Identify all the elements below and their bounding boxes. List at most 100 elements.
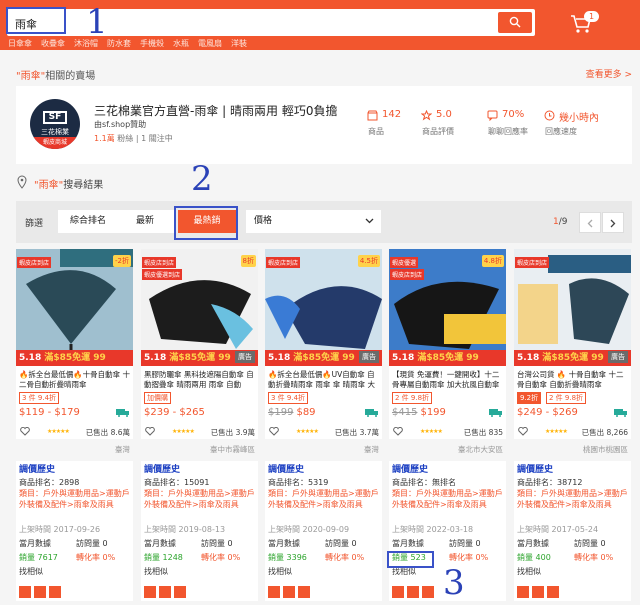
discount-badge: -2折 [113,255,131,267]
sort-latest-button[interactable]: 最新 [116,210,174,233]
prev-page-button[interactable] [579,212,601,233]
annotation-box-3 [387,551,434,568]
taobao-icon[interactable] [159,586,171,598]
search-button[interactable] [498,12,532,33]
product-image[interactable]: 蝦皮店到店 蝦皮優選到店 8折 5.18 滿$85免運 99 廣告 [141,249,258,366]
product-card[interactable]: 蝦皮店到店 5.18 滿$85免運 99 廣告 台灣公司貨 🔥 十骨自動傘 十二… [514,249,631,454]
mall-badge: 蝦皮優選 [390,257,419,268]
product-rank: 商品排名：2898 [19,478,80,487]
stat-response-rate-label: 聊聊回應率 [488,127,528,136]
product-rank: 商品排名：38712 [517,478,583,487]
product-category[interactable]: 類目：戶外與運動用品>運動戶外裝備及配件>雨傘及雨具 [19,489,131,510]
find-similar-label: 找相似 [19,567,43,576]
quick-link[interactable]: 洋裝 [231,39,247,48]
price-history-link[interactable]: 調價歷史 [144,465,180,476]
shop-logo-badge: 蝦皮商城 [30,137,80,149]
product-title[interactable]: 台灣公司貨 🔥 十骨自動傘 十二骨自動傘 自動折疊晴雨傘 [517,370,629,390]
product-category[interactable]: 類目：戶外與運動用品>運動戶外裝備及配件>雨傘及雨具 [268,489,380,510]
discount-badge: 4.8折 [481,255,504,267]
price-history-link[interactable]: 調價歷史 [392,465,428,476]
heart-icon[interactable] [393,427,403,436]
shopee-icon[interactable] [268,586,280,598]
1688-icon[interactable] [49,586,61,598]
shop-name[interactable]: 三花棉業官方直營-雨傘 | 晴雨兩用 輕巧0負擔 [94,102,337,119]
visit-count: 訪問量 0 [574,539,606,548]
1688-icon[interactable] [422,586,434,598]
sort-relevance-button[interactable]: 綜合排名 [58,210,118,233]
shop-card[interactable]: SF 三花棉業 蝦皮商城 三花棉業官方直營-雨傘 | 晴雨兩用 輕巧0負擔 由s… [16,86,632,164]
search-result-icon [17,175,27,189]
listing-date: 上架時間 2019-08-13 [144,525,226,534]
product-title[interactable]: 🔥拆全台最低價🔥十骨自動傘 十二骨自動折疊晴雨傘 [19,370,131,390]
visit-count: 訪問量 0 [76,539,108,548]
1688-icon[interactable] [547,586,559,598]
similar-platform-icons[interactable] [392,586,437,602]
quick-link[interactable]: 日傘傘 [8,39,32,48]
product-card[interactable]: 蝦皮優選 蝦皮店到店 4.8折 5.18 滿$85免運 99 【現貨 免運費！一… [389,249,506,454]
product-card[interactable]: 蝦皮店到店 4.5折 5.18 滿$85免運 99 廣告 🔥拆全台最低價🔥UV自… [265,249,382,454]
sales-count: 銷量 3396 [268,553,307,562]
price-history-link[interactable]: 調價歷史 [517,465,553,476]
heart-icon[interactable] [20,427,30,436]
price-history-link[interactable]: 調價歷史 [19,465,55,476]
visit-count: 訪問量 0 [201,539,233,548]
product-image[interactable]: 蝦皮優選 蝦皮店到店 4.8折 5.18 滿$85免運 99 [389,249,506,366]
product-location: 臺北市大安區 [458,445,503,454]
ad-badge: 廣告 [235,351,255,363]
product-title[interactable]: 【現貨 免運費！一鍵開收】十二骨專屬自動雨傘 加大抗風自動傘 [392,370,504,390]
shopee-icon[interactable] [19,586,31,598]
product-image[interactable]: 蝦皮店到店 -2折 5.18 滿$85免運 99 [16,249,133,366]
product-category[interactable]: 類目：戶外與運動用品>運動戶外裝備及配件>雨傘及雨具 [144,489,256,510]
similar-platform-icons[interactable] [19,586,64,602]
rating-stars: ★★★★★ [420,428,443,435]
sold-count: 已售出 3.7萬 [334,428,379,437]
product-location: 臺灣 [115,445,130,454]
price-sort-select[interactable]: 價格 [246,210,381,233]
quick-link[interactable]: 電風扇 [198,39,222,48]
price-history-link[interactable]: 調價歷史 [268,465,304,476]
ad-badge: 廣告 [359,351,379,363]
promo-banner: 5.18 滿$85免運 99 [389,350,506,366]
product-title[interactable]: 黑膠防曬傘 黑科技遮陽自動傘 自動摺疊傘 晴雨兩用 雨傘 自動 [144,370,256,390]
product-card[interactable]: 蝦皮店到店 -2折 5.18 滿$85免運 99 🔥拆全台最低價🔥十骨自動傘 十… [16,249,133,454]
product-image[interactable]: 蝦皮店到店 5.18 滿$85免運 99 廣告 [514,249,631,366]
shopee-icon[interactable] [517,586,529,598]
heart-icon[interactable] [145,427,155,436]
similar-platform-icons[interactable] [144,586,189,602]
product-title[interactable]: 🔥拆全台最低價🔥UV自動傘 自動折疊晴雨傘 雨傘 傘 晴雨傘 大雨 [268,370,380,390]
conversion-rate: 轉化率 0% [201,553,241,562]
product-card[interactable]: 蝦皮店到店 蝦皮優選到店 8折 5.18 滿$85免運 99 廣告 黑膠防曬傘 … [141,249,258,454]
1688-icon[interactable] [174,586,186,598]
quick-link[interactable]: 防水套 [107,39,131,48]
quick-link[interactable]: 手機殼 [140,39,164,48]
heart-icon[interactable] [518,427,528,436]
quick-link[interactable]: 水瓶 [173,39,189,48]
more-shops-link[interactable]: 查看更多 > [586,67,632,80]
bundle-tag: 2 件 9.8折 [546,392,587,404]
shop-logo[interactable]: SF 三花棉業 蝦皮商城 [30,99,80,149]
price-history-panel: 調價歷史 商品排名：38712 類目：戶外與運動用品>運動戶外裝備及配件>雨傘及… [514,461,631,601]
taobao-icon[interactable] [34,586,46,598]
product-category[interactable]: 類目：戶外與運動用品>運動戶外裝備及配件>雨傘及雨具 [517,489,629,510]
heart-icon[interactable] [269,427,279,436]
taobao-icon[interactable] [283,586,295,598]
quick-link[interactable]: 收疊傘 [41,39,65,48]
similar-platform-icons[interactable] [517,586,562,602]
find-similar-label: 找相似 [392,567,416,576]
taobao-icon[interactable] [532,586,544,598]
find-similar-label: 找相似 [517,567,541,576]
mall-badge-secondary: 蝦皮店到店 [390,269,425,280]
taobao-icon[interactable] [407,586,419,598]
sales-count: 銷量 1248 [144,553,183,562]
free-shipping-icon [489,409,502,417]
shopee-icon[interactable] [144,586,156,598]
shopee-icon[interactable] [392,586,404,598]
stat-rating-value: 5.0 [436,109,452,120]
similar-platform-icons[interactable] [268,586,313,602]
product-image[interactable]: 蝦皮店到店 4.5折 5.18 滿$85免運 99 廣告 [265,249,382,366]
1688-icon[interactable] [298,586,310,598]
conversion-rate: 轉化率 0% [325,553,365,562]
stat-response-rate-value: 70% [502,109,525,120]
next-page-button[interactable] [602,212,624,233]
product-category[interactable]: 類目：戶外與運動用品>運動戶外裝備及配件>雨傘及雨具 [392,489,504,510]
